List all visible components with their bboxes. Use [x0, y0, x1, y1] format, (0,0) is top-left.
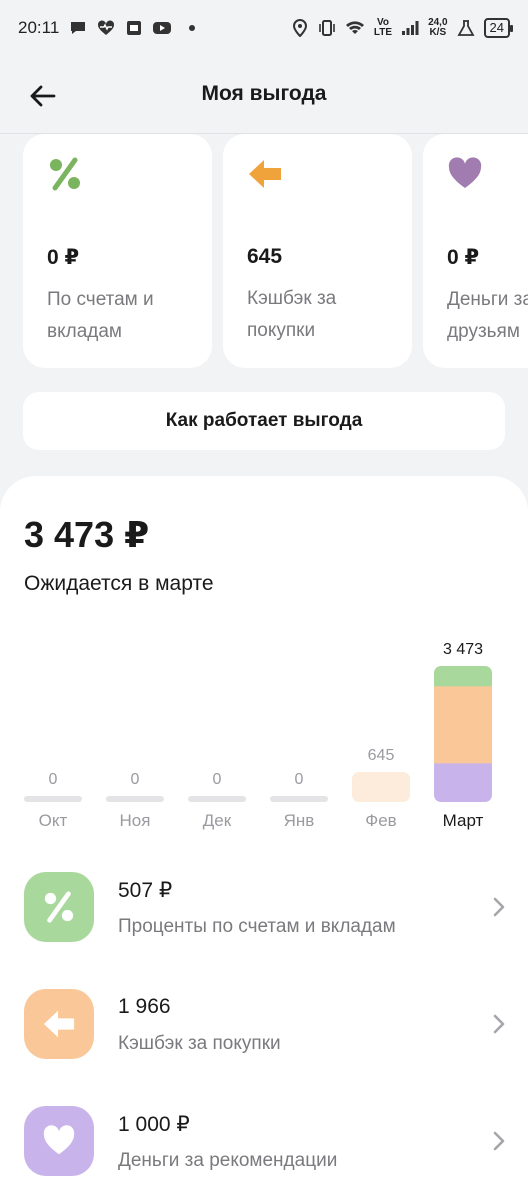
chart-category-label: Янв [284, 811, 315, 830]
row-amount: 1 966 [118, 995, 171, 1018]
status-left: 20:11 [18, 18, 196, 38]
row-interest[interactable]: 507 ₽ Проценты по счетам и вкладам [24, 872, 506, 946]
chart-value-label: 0 [295, 771, 304, 788]
chart-category-label: Фев [365, 811, 396, 830]
chart-value-label: 3 473 [443, 641, 483, 658]
status-bar: 20:11 Vo LTE 24,0 K/S 24 [0, 0, 528, 56]
row-icon [24, 872, 94, 942]
chart-bar-empty [24, 796, 82, 802]
wifi-icon [345, 21, 364, 34]
chart-bar-empty [106, 796, 164, 802]
chart-bar-segment [434, 685, 492, 764]
signal-icon [402, 21, 419, 35]
chart-bar-segment [434, 762, 492, 802]
row-description: Проценты по счетам и вкладам [118, 916, 396, 937]
chart-category-label: Дек [203, 811, 232, 830]
chart-category-label: Окт [39, 811, 68, 830]
card-value: 645 [247, 245, 283, 268]
card-label: Деньги за друзьям [447, 289, 528, 342]
youtube-icon [153, 22, 172, 34]
total-amount: 3 473 ₽ [24, 514, 150, 555]
how-benefit-works-button[interactable]: Как работает выгода [23, 392, 505, 450]
row-icon [24, 1106, 94, 1176]
chart-bar-segment [352, 772, 410, 802]
row-amount: 507 ₽ [118, 879, 173, 902]
chart-value-label: 0 [131, 771, 140, 788]
expected-subtitle: Ожидается в марте [24, 572, 214, 595]
chart-value-label: 0 [49, 771, 58, 788]
chart-bar-segment [434, 666, 492, 687]
card-label: Кэшбэк за покупки [247, 288, 337, 341]
row-amount: 1 000 ₽ [118, 1113, 190, 1136]
card-value: 0 ₽ [447, 246, 480, 269]
card-interest[interactable]: 0 ₽ По счетам и вкладам [23, 134, 212, 368]
sim-card-icon [127, 21, 142, 35]
chart-category-label: Март [443, 811, 484, 830]
row-description: Кэшбэк за покупки [118, 1033, 281, 1054]
row-description: Деньги за рекомендации [118, 1150, 338, 1171]
chart-bar-empty [188, 796, 246, 802]
heart-icon [43, 1125, 75, 1155]
heart-pulse-icon [98, 20, 115, 35]
card-value: 0 ₽ [47, 246, 80, 269]
flask-icon [457, 20, 475, 36]
net-speed: 24,0 K/S [428, 18, 447, 38]
chart-category-label: Ноя [120, 811, 151, 830]
card-referrals[interactable]: 0 ₽ Деньги за друзьям [423, 134, 528, 368]
header: Моя выгода [0, 56, 528, 134]
benefit-cards-carousel[interactable]: 0 ₽ По счетам и вкладам 645 Кэшбэк за по… [23, 134, 528, 370]
chart-value-label: 0 [213, 771, 222, 788]
chat-bubble-icon [71, 22, 86, 34]
percent-icon [50, 157, 80, 191]
card-cashback[interactable]: 645 Кэшбэк за покупки [223, 134, 412, 368]
card-label: По счетам и вкладам [47, 289, 154, 342]
more-notifications-dot-icon [189, 25, 196, 31]
net-speed-unit: K/S [429, 27, 447, 38]
summary-panel: 3 473 ₽ Ожидается в марте 0 Окт 0 Ноя 0 Дек 0 Я… [0, 476, 528, 1200]
percent-icon [44, 891, 74, 923]
location-icon [292, 19, 307, 37]
vibrate-icon [319, 20, 335, 36]
chart-bar-empty [270, 796, 328, 802]
monthly-chart-svg: 0 Окт 0 Ноя 0 Дек 0 Янв 645 Фев 3 473 Март [24, 641, 492, 830]
status-time: 20:11 [18, 18, 60, 37]
battery-indicator: 24 [483, 18, 514, 38]
chevron-right-icon [493, 1131, 505, 1151]
chart-value-label: 645 [368, 747, 395, 764]
arrow-left-icon [249, 160, 281, 188]
status-right: Vo LTE 24,0 K/S 24 [291, 18, 514, 38]
arrow-left-icon [43, 1010, 75, 1038]
volte-bottom: LTE [373, 27, 393, 38]
row-referrals[interactable]: 1 000 ₽ Деньги за рекомендации [24, 1106, 506, 1180]
row-icon [24, 989, 94, 1059]
chevron-right-icon [493, 897, 505, 917]
heart-icon [448, 157, 482, 188]
volte-indicator: Vo LTE [374, 18, 392, 38]
chevron-right-icon [493, 1014, 505, 1034]
monthly-chart: 0 Окт 0 Ноя 0 Дек 0 Янв 645 Фев 3 473 Март [0, 626, 528, 836]
row-cashback[interactable]: 1 966 Кэшбэк за покупки [24, 989, 506, 1063]
page-title: Моя выгода [201, 82, 327, 105]
